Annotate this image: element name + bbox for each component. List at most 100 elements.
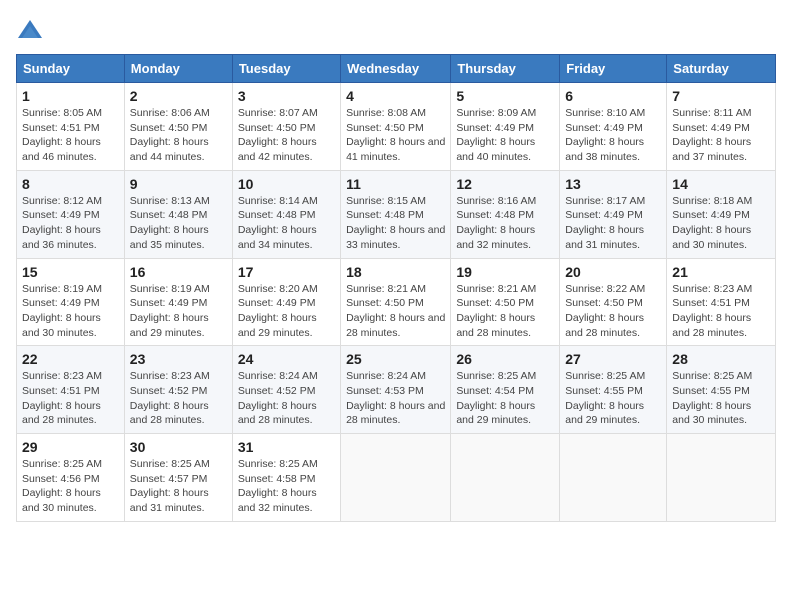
day-detail: Sunrise: 8:25 AM Sunset: 4:57 PM Dayligh… xyxy=(130,457,227,516)
weekday-header-thursday: Thursday xyxy=(451,55,560,83)
day-detail: Sunrise: 8:25 AM Sunset: 4:54 PM Dayligh… xyxy=(456,369,554,428)
day-detail: Sunrise: 8:12 AM Sunset: 4:49 PM Dayligh… xyxy=(22,194,119,253)
weekday-header-wednesday: Wednesday xyxy=(341,55,451,83)
day-detail: Sunrise: 8:25 AM Sunset: 4:58 PM Dayligh… xyxy=(238,457,335,516)
day-number: 26 xyxy=(456,351,554,367)
day-detail: Sunrise: 8:09 AM Sunset: 4:49 PM Dayligh… xyxy=(456,106,554,165)
day-detail: Sunrise: 8:21 AM Sunset: 4:50 PM Dayligh… xyxy=(346,282,445,341)
day-number: 14 xyxy=(672,176,770,192)
day-detail: Sunrise: 8:23 AM Sunset: 4:52 PM Dayligh… xyxy=(130,369,227,428)
day-detail: Sunrise: 8:05 AM Sunset: 4:51 PM Dayligh… xyxy=(22,106,119,165)
calendar-cell: 26 Sunrise: 8:25 AM Sunset: 4:54 PM Dayl… xyxy=(451,346,560,434)
calendar-cell: 11 Sunrise: 8:15 AM Sunset: 4:48 PM Dayl… xyxy=(341,170,451,258)
day-detail: Sunrise: 8:07 AM Sunset: 4:50 PM Dayligh… xyxy=(238,106,335,165)
day-number: 12 xyxy=(456,176,554,192)
day-detail: Sunrise: 8:18 AM Sunset: 4:49 PM Dayligh… xyxy=(672,194,770,253)
day-number: 6 xyxy=(565,88,661,104)
day-detail: Sunrise: 8:23 AM Sunset: 4:51 PM Dayligh… xyxy=(672,282,770,341)
day-number: 18 xyxy=(346,264,445,280)
day-number: 15 xyxy=(22,264,119,280)
day-detail: Sunrise: 8:14 AM Sunset: 4:48 PM Dayligh… xyxy=(238,194,335,253)
day-number: 25 xyxy=(346,351,445,367)
calendar-cell: 28 Sunrise: 8:25 AM Sunset: 4:55 PM Dayl… xyxy=(667,346,776,434)
day-detail: Sunrise: 8:24 AM Sunset: 4:53 PM Dayligh… xyxy=(346,369,445,428)
calendar-cell: 25 Sunrise: 8:24 AM Sunset: 4:53 PM Dayl… xyxy=(341,346,451,434)
day-detail: Sunrise: 8:20 AM Sunset: 4:49 PM Dayligh… xyxy=(238,282,335,341)
calendar-cell: 6 Sunrise: 8:10 AM Sunset: 4:49 PM Dayli… xyxy=(560,83,667,171)
calendar-cell: 22 Sunrise: 8:23 AM Sunset: 4:51 PM Dayl… xyxy=(17,346,125,434)
day-number: 27 xyxy=(565,351,661,367)
day-number: 31 xyxy=(238,439,335,455)
calendar-week-row: 15 Sunrise: 8:19 AM Sunset: 4:49 PM Dayl… xyxy=(17,258,776,346)
calendar-cell: 17 Sunrise: 8:20 AM Sunset: 4:49 PM Dayl… xyxy=(232,258,340,346)
day-detail: Sunrise: 8:25 AM Sunset: 4:55 PM Dayligh… xyxy=(565,369,661,428)
day-number: 23 xyxy=(130,351,227,367)
day-number: 21 xyxy=(672,264,770,280)
day-number: 9 xyxy=(130,176,227,192)
day-detail: Sunrise: 8:17 AM Sunset: 4:49 PM Dayligh… xyxy=(565,194,661,253)
day-number: 20 xyxy=(565,264,661,280)
day-detail: Sunrise: 8:19 AM Sunset: 4:49 PM Dayligh… xyxy=(22,282,119,341)
calendar-cell: 29 Sunrise: 8:25 AM Sunset: 4:56 PM Dayl… xyxy=(17,434,125,522)
calendar-cell: 30 Sunrise: 8:25 AM Sunset: 4:57 PM Dayl… xyxy=(124,434,232,522)
calendar-cell: 8 Sunrise: 8:12 AM Sunset: 4:49 PM Dayli… xyxy=(17,170,125,258)
day-number: 17 xyxy=(238,264,335,280)
day-number: 28 xyxy=(672,351,770,367)
day-detail: Sunrise: 8:21 AM Sunset: 4:50 PM Dayligh… xyxy=(456,282,554,341)
page-header xyxy=(16,16,776,44)
logo xyxy=(16,16,48,44)
calendar-cell: 27 Sunrise: 8:25 AM Sunset: 4:55 PM Dayl… xyxy=(560,346,667,434)
day-detail: Sunrise: 8:19 AM Sunset: 4:49 PM Dayligh… xyxy=(130,282,227,341)
calendar-cell xyxy=(341,434,451,522)
calendar-cell: 19 Sunrise: 8:21 AM Sunset: 4:50 PM Dayl… xyxy=(451,258,560,346)
day-detail: Sunrise: 8:11 AM Sunset: 4:49 PM Dayligh… xyxy=(672,106,770,165)
calendar-cell: 2 Sunrise: 8:06 AM Sunset: 4:50 PM Dayli… xyxy=(124,83,232,171)
calendar-cell: 23 Sunrise: 8:23 AM Sunset: 4:52 PM Dayl… xyxy=(124,346,232,434)
calendar-cell: 21 Sunrise: 8:23 AM Sunset: 4:51 PM Dayl… xyxy=(667,258,776,346)
calendar-cell: 13 Sunrise: 8:17 AM Sunset: 4:49 PM Dayl… xyxy=(560,170,667,258)
calendar-header-row: SundayMondayTuesdayWednesdayThursdayFrid… xyxy=(17,55,776,83)
calendar-cell: 4 Sunrise: 8:08 AM Sunset: 4:50 PM Dayli… xyxy=(341,83,451,171)
calendar-cell: 18 Sunrise: 8:21 AM Sunset: 4:50 PM Dayl… xyxy=(341,258,451,346)
weekday-header-friday: Friday xyxy=(560,55,667,83)
calendar-cell: 16 Sunrise: 8:19 AM Sunset: 4:49 PM Dayl… xyxy=(124,258,232,346)
day-number: 19 xyxy=(456,264,554,280)
calendar-cell: 24 Sunrise: 8:24 AM Sunset: 4:52 PM Dayl… xyxy=(232,346,340,434)
day-detail: Sunrise: 8:06 AM Sunset: 4:50 PM Dayligh… xyxy=(130,106,227,165)
day-detail: Sunrise: 8:16 AM Sunset: 4:48 PM Dayligh… xyxy=(456,194,554,253)
calendar-cell: 31 Sunrise: 8:25 AM Sunset: 4:58 PM Dayl… xyxy=(232,434,340,522)
calendar-week-row: 29 Sunrise: 8:25 AM Sunset: 4:56 PM Dayl… xyxy=(17,434,776,522)
calendar-cell: 5 Sunrise: 8:09 AM Sunset: 4:49 PM Dayli… xyxy=(451,83,560,171)
weekday-header-monday: Monday xyxy=(124,55,232,83)
calendar-cell xyxy=(451,434,560,522)
calendar-week-row: 1 Sunrise: 8:05 AM Sunset: 4:51 PM Dayli… xyxy=(17,83,776,171)
logo-icon xyxy=(16,16,44,44)
day-number: 13 xyxy=(565,176,661,192)
day-detail: Sunrise: 8:13 AM Sunset: 4:48 PM Dayligh… xyxy=(130,194,227,253)
calendar-week-row: 22 Sunrise: 8:23 AM Sunset: 4:51 PM Dayl… xyxy=(17,346,776,434)
calendar-cell: 10 Sunrise: 8:14 AM Sunset: 4:48 PM Dayl… xyxy=(232,170,340,258)
day-number: 2 xyxy=(130,88,227,104)
calendar-cell xyxy=(560,434,667,522)
day-number: 11 xyxy=(346,176,445,192)
calendar-cell: 12 Sunrise: 8:16 AM Sunset: 4:48 PM Dayl… xyxy=(451,170,560,258)
calendar-cell: 3 Sunrise: 8:07 AM Sunset: 4:50 PM Dayli… xyxy=(232,83,340,171)
day-number: 24 xyxy=(238,351,335,367)
day-number: 8 xyxy=(22,176,119,192)
calendar-cell: 15 Sunrise: 8:19 AM Sunset: 4:49 PM Dayl… xyxy=(17,258,125,346)
weekday-header-sunday: Sunday xyxy=(17,55,125,83)
calendar-cell: 9 Sunrise: 8:13 AM Sunset: 4:48 PM Dayli… xyxy=(124,170,232,258)
day-detail: Sunrise: 8:15 AM Sunset: 4:48 PM Dayligh… xyxy=(346,194,445,253)
weekday-header-tuesday: Tuesday xyxy=(232,55,340,83)
calendar-cell: 14 Sunrise: 8:18 AM Sunset: 4:49 PM Dayl… xyxy=(667,170,776,258)
day-number: 1 xyxy=(22,88,119,104)
day-number: 30 xyxy=(130,439,227,455)
day-number: 22 xyxy=(22,351,119,367)
day-number: 16 xyxy=(130,264,227,280)
day-detail: Sunrise: 8:08 AM Sunset: 4:50 PM Dayligh… xyxy=(346,106,445,165)
day-number: 29 xyxy=(22,439,119,455)
day-detail: Sunrise: 8:25 AM Sunset: 4:55 PM Dayligh… xyxy=(672,369,770,428)
calendar-cell: 7 Sunrise: 8:11 AM Sunset: 4:49 PM Dayli… xyxy=(667,83,776,171)
day-number: 5 xyxy=(456,88,554,104)
weekday-header-saturday: Saturday xyxy=(667,55,776,83)
